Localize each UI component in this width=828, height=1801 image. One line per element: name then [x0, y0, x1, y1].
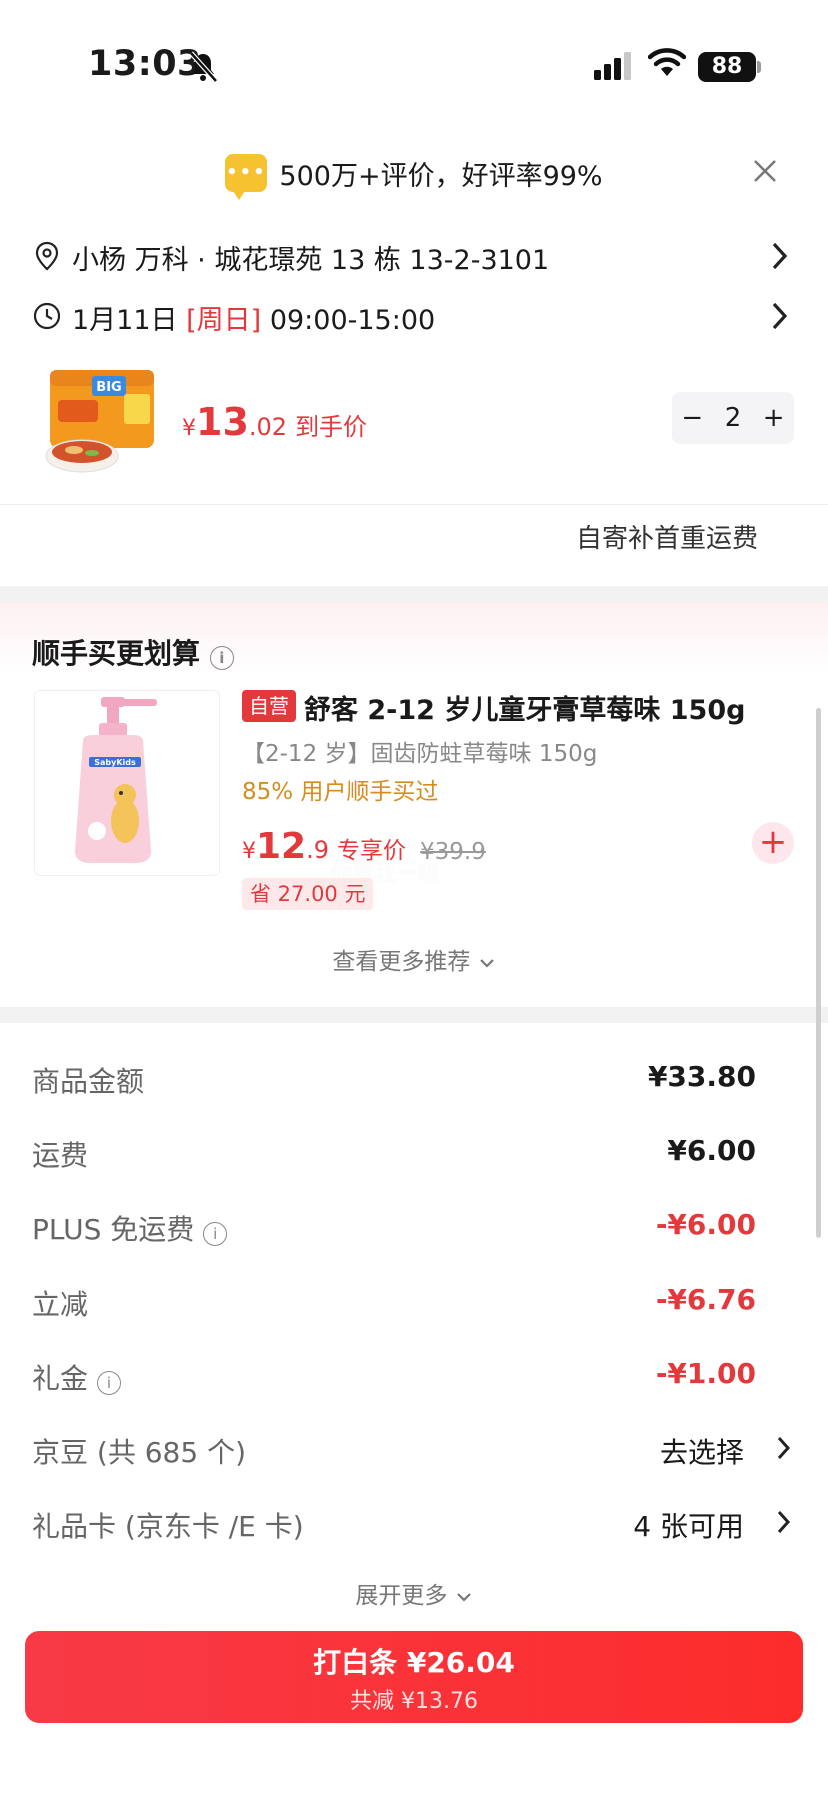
chevron-right-icon[interactable] [776, 1434, 792, 1462]
battery-cap [757, 61, 761, 73]
pay-button[interactable]: 打白条 ¥26.04 共减 ¥13.76 [25, 1631, 803, 1723]
jingdou-select-link[interactable]: 去选择 [660, 1431, 744, 1471]
add-to-order-button[interactable]: + [752, 822, 794, 864]
quantity-value[interactable]: 2 [715, 403, 751, 433]
bell-muted-icon [189, 51, 218, 83]
self-operated-tag: 自营 [242, 690, 296, 722]
info-icon[interactable]: i [96, 1371, 121, 1395]
summary-value-discount: -¥6.76 [655, 1283, 756, 1316]
chevron-down-icon [456, 1592, 471, 1602]
wifi-icon [648, 48, 686, 76]
recommend-title: 顺手买更划算 i [32, 632, 234, 672]
summary-label-goods: 商品金额 [32, 1065, 145, 1098]
delivery-address[interactable]: 小杨 万科 · 城花璟苑 13 栋 13-2-3101 [72, 238, 549, 277]
expand-more-text: 展开更多 [355, 1583, 448, 1609]
price-integer: 13 [196, 400, 249, 444]
summary-value-shipping: ¥6.00 [667, 1134, 756, 1167]
product-final-price: ¥13.02 到手价 [182, 400, 367, 444]
scrollbar[interactable] [816, 708, 821, 1238]
summary-label-discount: 立减 [32, 1288, 89, 1321]
location-pin-icon [35, 241, 59, 271]
sticky-header-divider [0, 504, 828, 505]
summary-value-gift: -¥1.00 [655, 1357, 756, 1390]
price-decimal: .02 [248, 413, 288, 441]
recommend-product-subtitle: 【2-12 岁】固齿防蛀草莓味 150g [242, 741, 598, 767]
price-integer: 12 [256, 826, 307, 867]
section-gap [0, 1007, 828, 1023]
battery-indicator: 88 [698, 52, 756, 82]
summary-label-shipping: 运费 [32, 1139, 89, 1172]
summary-label-gift: 礼金 i [32, 1357, 121, 1397]
summary-value-plus: -¥6.00 [655, 1208, 756, 1241]
increase-button[interactable]: + [756, 403, 792, 433]
delivery-weekday: [周日] [186, 305, 262, 336]
chevron-right-icon[interactable] [770, 300, 790, 332]
recommend-title-text: 顺手买更划算 [32, 637, 201, 670]
recommend-product-name[interactable]: 舒客 2-12 岁儿童牙膏草莓味 150g [304, 688, 745, 727]
chat-bubble-icon: ••• [225, 154, 268, 200]
price-currency: ¥ [242, 839, 256, 864]
pay-button-label: 打白条 ¥26.04 [313, 1646, 515, 1679]
summary-label-giftcard: 礼品卡 (京东卡 /E 卡) [32, 1510, 304, 1543]
giftcard-select-link[interactable]: 4 张可用 [633, 1505, 744, 1545]
quantity-stepper[interactable]: − 2 + [672, 392, 794, 444]
delivery-time[interactable]: 1月11日 [周日] 09:00-15:00 [72, 298, 435, 337]
summary-label-gift-text: 礼金 [32, 1362, 89, 1395]
pay-button-savings: 共减 ¥13.76 [350, 1689, 478, 1714]
summary-label-jingdou: 京豆 (共 685 个) [32, 1436, 246, 1469]
price-currency: ¥ [182, 416, 196, 441]
summary-value-goods: ¥33.80 [647, 1060, 756, 1093]
rating-text: 500万+评价，好评率99% [279, 160, 603, 192]
toothpaste-brand-label: SabyKids [94, 758, 136, 767]
shipping-note: 自寄补首重运费 [576, 524, 759, 554]
info-icon[interactable]: i [209, 646, 234, 670]
recommend-bought-rate: 85% 用户顺手买过 [242, 779, 439, 805]
status-time: 13:03 [88, 44, 202, 84]
chevron-right-icon[interactable] [770, 240, 790, 272]
svg-text:BIG: BIG [96, 380, 121, 395]
signal-icon [594, 52, 631, 80]
summary-label-plus: PLUS 免运费 i [32, 1208, 228, 1248]
price-decimal: .9 [306, 836, 330, 864]
expand-more-link[interactable]: 展开更多 [0, 1576, 828, 1610]
more-recommendations-text: 查看更多推荐 [332, 949, 471, 975]
delivery-window: 09:00-15:00 [269, 305, 436, 336]
clock-icon [33, 302, 61, 330]
section-gap [0, 586, 828, 602]
summary-label-plus-text: PLUS 免运费 [32, 1213, 195, 1246]
delivery-date: 1月11日 [72, 305, 178, 336]
close-icon[interactable] [748, 154, 782, 188]
savings-badge: 省 27.00 元 [242, 878, 374, 910]
chevron-right-icon[interactable] [776, 1508, 792, 1536]
info-icon[interactable]: i [203, 1222, 228, 1246]
more-recommendations-link[interactable]: 查看更多推荐 [0, 942, 828, 976]
decrease-button[interactable]: − [674, 403, 710, 433]
price-label: 到手价 [295, 413, 368, 441]
product-image-toothpaste[interactable]: SabyKids [34, 690, 220, 876]
chevron-down-icon [479, 958, 494, 968]
rating-banner: ••• 500万+评价，好评率99% [0, 148, 828, 200]
product-image-noodles: BIG [45, 370, 154, 473]
